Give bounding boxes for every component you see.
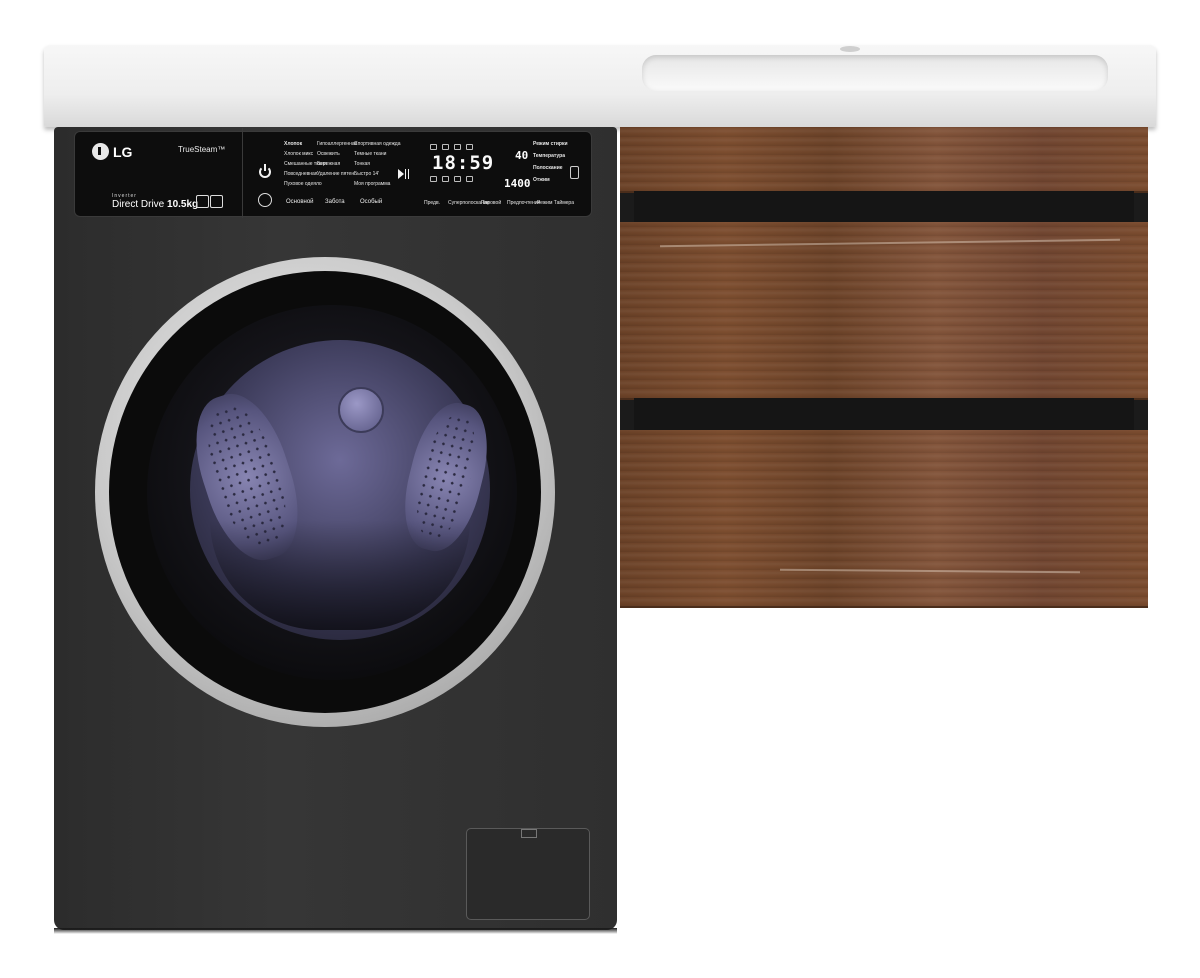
option-button[interactable]: Режим Таймера	[537, 201, 574, 206]
program-item[interactable]: Гипоаллергенная	[317, 142, 357, 147]
lg-logo-icon	[92, 143, 109, 160]
drawer-gap	[634, 191, 1134, 222]
status-icon	[466, 144, 473, 150]
temperature-display: 40	[515, 149, 529, 162]
spin-display: 1400	[504, 177, 531, 190]
drawer-middle[interactable]	[620, 222, 1148, 400]
filter-notch	[521, 829, 537, 838]
drum-hub	[338, 387, 384, 433]
brand-logo: LG	[92, 143, 132, 160]
drawer-bottom[interactable]	[620, 430, 1148, 608]
washer-base-shadow	[54, 928, 617, 934]
wood-grain-line	[779, 568, 1081, 574]
power-line	[264, 164, 266, 171]
drawer-gap	[634, 398, 1134, 430]
status-icon	[454, 144, 461, 150]
direct-drive-text: Direct Drive	[112, 199, 165, 210]
certification-icon	[210, 195, 223, 208]
program-column-2: Гипоаллергенная Освежить Бережная Удален…	[317, 142, 357, 177]
tap-hole	[840, 46, 860, 52]
program-item[interactable]: Быстро 14'	[354, 172, 401, 177]
program-group-label: Основной	[286, 199, 314, 205]
status-icon	[454, 176, 461, 182]
panel-divider	[242, 128, 243, 218]
option-button[interactable]: Предв.	[424, 201, 440, 206]
truesteam-label: TrueSteam™	[178, 145, 226, 154]
sink-basin	[642, 55, 1108, 91]
smart-diagnosis-icon[interactable]	[258, 193, 272, 207]
program-item[interactable]: Освежить	[317, 152, 357, 157]
time-display: 18:59	[432, 152, 495, 174]
option-button[interactable]: Паровой	[481, 201, 501, 206]
settings-list: Режим стирки Температура Полоскание Отжи…	[533, 142, 568, 183]
option-button[interactable]: Предпочтения	[507, 201, 540, 206]
program-item[interactable]: Пуховое одеяло	[284, 182, 327, 187]
certification-icon	[196, 195, 209, 208]
direct-drive-label: Direct Drive 10.5kg	[112, 199, 198, 210]
setting-button[interactable]: Режим стирки	[533, 142, 568, 147]
filter-cover[interactable]	[466, 828, 590, 920]
program-group-label: Забота	[325, 199, 345, 205]
program-item[interactable]: Тонкая	[354, 162, 401, 167]
pause-icon	[405, 169, 409, 179]
setting-button[interactable]: Отжим	[533, 178, 568, 183]
brand-name: LG	[113, 143, 133, 160]
program-item[interactable]: Удаление пятен	[317, 172, 357, 177]
setting-button[interactable]: Полоскание	[533, 166, 568, 171]
wifi-tag-icon	[570, 166, 579, 179]
wood-grain-line	[660, 238, 1120, 248]
program-item[interactable]: Моя программа	[354, 182, 401, 187]
status-icon	[430, 176, 437, 182]
program-column-3: Спортивная одежда Темные ткани Тонкая Бы…	[354, 142, 401, 187]
status-icon	[466, 176, 473, 182]
status-icon	[430, 144, 437, 150]
program-item[interactable]: Спортивная одежда	[354, 142, 401, 147]
setting-button[interactable]: Температура	[533, 154, 568, 159]
drawer-top[interactable]	[620, 127, 1148, 193]
program-group-label: Особый	[360, 199, 383, 205]
program-item[interactable]: Бережная	[317, 162, 357, 167]
status-icon	[442, 144, 449, 150]
capacity-text: 10.5kg	[167, 199, 199, 210]
status-icon	[442, 176, 449, 182]
program-item[interactable]: Темные ткани	[354, 152, 401, 157]
